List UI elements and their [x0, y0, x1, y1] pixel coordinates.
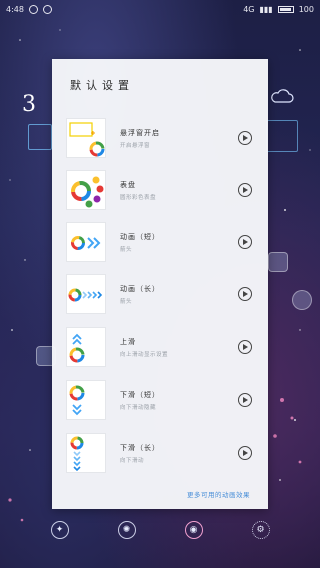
compass-icon[interactable]: ✦	[50, 521, 69, 539]
play-preview-button[interactable]	[238, 340, 252, 354]
item-description: 开启悬浮窗	[120, 142, 151, 149]
gear-icon[interactable]: ⚙	[251, 521, 270, 539]
item-description: 圆形彩色表盘	[120, 194, 157, 201]
homescreen-clock-fragment: 3	[22, 92, 36, 117]
item-description: 箭头	[120, 246, 133, 253]
homescreen-app-icon[interactable]	[292, 290, 312, 310]
play-preview-button[interactable]	[238, 393, 252, 407]
play-preview-button[interactable]	[238, 183, 252, 197]
battery-icon	[277, 5, 294, 13]
default-settings-dialog: 默认设置 悬浮窗开启 开启悬浮窗 表盘 圆形彩色表盘 动画（短） 箭头 动画（长…	[52, 59, 268, 509]
play-icon	[243, 450, 248, 456]
weather-cloud-icon	[271, 89, 294, 103]
item-description: 箭头	[120, 298, 133, 305]
swipe-up-thumbnail	[66, 327, 106, 367]
item-name: 上滑	[120, 337, 136, 346]
item-description: 向下滑动隐藏	[120, 404, 157, 411]
item-description: 向下滑动	[120, 457, 145, 464]
settings-list-item[interactable]: 下滑（短） 向下滑动隐藏	[66, 378, 262, 422]
play-icon	[243, 291, 248, 297]
item-name: 动画（长）	[120, 284, 160, 293]
play-preview-button[interactable]	[238, 446, 252, 460]
item-texts: 下滑（长） 向下滑动	[120, 443, 238, 464]
homescreen-widget-frame	[28, 124, 52, 150]
play-icon	[243, 344, 248, 350]
arrow-short-thumbnail	[66, 222, 106, 262]
item-texts: 上滑 向上滑动显示设置	[120, 337, 238, 358]
dialog-title: 默认设置	[70, 79, 134, 92]
item-texts: 动画（短） 箭头	[120, 232, 238, 253]
settings-list-item[interactable]: 悬浮窗开启 开启悬浮窗	[66, 116, 262, 160]
homescreen-widget-panel	[266, 120, 298, 152]
settings-list-item[interactable]: 动画（长） 箭头	[66, 272, 262, 316]
settings-list-item[interactable]: 下滑（长） 向下滑动	[66, 431, 262, 475]
play-icon	[243, 397, 248, 403]
network-label: 4G	[243, 4, 255, 14]
arrow-long-thumbnail	[66, 274, 106, 314]
status-bar-right: 4G ▮▮▮ 100	[243, 5, 314, 14]
float-window-thumbnail	[66, 118, 106, 158]
play-icon	[243, 239, 248, 245]
dock: ✦ ✺ ◉ ⚙	[0, 510, 320, 550]
play-icon	[243, 187, 248, 193]
item-name: 悬浮窗开启	[120, 128, 160, 137]
item-texts: 表盘 圆形彩色表盘	[120, 180, 238, 201]
play-preview-button[interactable]	[238, 287, 252, 301]
item-texts: 下滑（短） 向下滑动隐藏	[120, 390, 238, 411]
item-name: 下滑（短）	[120, 390, 160, 399]
signal-icon: ▮▮▮	[259, 4, 273, 14]
item-name: 表盘	[120, 180, 136, 189]
settings-list-item[interactable]: 动画（短） 箭头	[66, 220, 262, 264]
dial-thumbnail	[66, 170, 106, 210]
status-bar: 4:48 4G ▮▮▮ 100	[0, 0, 320, 18]
status-time: 4:48	[6, 4, 24, 14]
swirl-icon[interactable]: ✺	[117, 521, 136, 539]
swipe-down-long-thumbnail	[66, 433, 106, 473]
item-texts: 悬浮窗开启 开启悬浮窗	[120, 128, 238, 149]
item-name: 动画（短）	[120, 232, 160, 241]
camera-icon[interactable]: ◉	[184, 521, 203, 539]
play-preview-button[interactable]	[238, 235, 252, 249]
play-preview-button[interactable]	[238, 131, 252, 145]
item-texts: 动画（长） 箭头	[120, 284, 238, 305]
swipe-down-short-thumbnail	[66, 380, 106, 420]
homescreen-app-icon[interactable]	[268, 252, 288, 272]
item-description: 向上滑动显示设置	[120, 351, 169, 358]
status-bar-left: 4:48	[6, 4, 52, 14]
settings-list-item[interactable]: 表盘 圆形彩色表盘	[66, 168, 262, 212]
battery-level: 100	[298, 4, 314, 14]
item-name: 下滑（长）	[120, 443, 160, 452]
notification-icon	[42, 4, 52, 14]
settings-list-item[interactable]: 上滑 向上滑动显示设置	[66, 325, 262, 369]
more-animations-link[interactable]: 更多可用的动画效果	[187, 489, 250, 499]
play-icon	[243, 135, 248, 141]
sync-icon	[28, 4, 38, 14]
